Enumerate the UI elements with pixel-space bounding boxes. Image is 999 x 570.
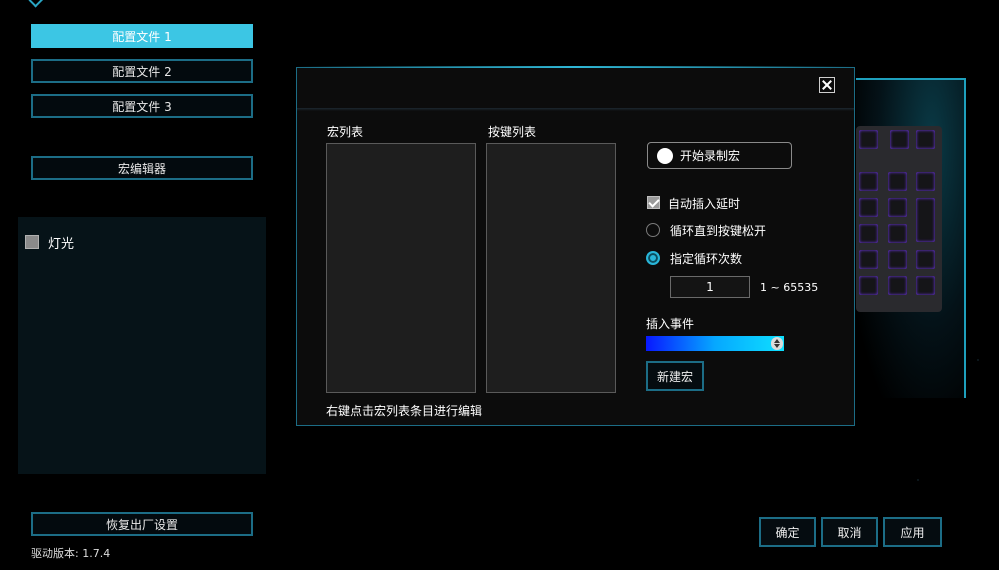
auto-insert-delay-checkbox[interactable] xyxy=(647,196,660,209)
macro-editor-label: 宏编辑器 xyxy=(117,161,166,176)
light-panel xyxy=(18,217,266,474)
insert-event-select[interactable] xyxy=(646,336,784,351)
light-checkbox[interactable] xyxy=(25,235,39,249)
loop-until-release-radio[interactable] xyxy=(646,223,660,237)
cancel-label: 取消 xyxy=(837,525,862,540)
loop-range-text: 1 ~ 65535 xyxy=(760,281,819,294)
apply-label: 应用 xyxy=(900,525,925,540)
driver-version: 驱动版本: 1.7.4 xyxy=(31,547,111,560)
hint-text: 右键点击宏列表条目进行编辑 xyxy=(326,404,483,418)
dialog-top-glow xyxy=(296,66,855,68)
macro-editor-button[interactable]: 宏编辑器 xyxy=(31,156,253,180)
new-macro-label: 新建宏 xyxy=(656,369,693,384)
start-recording-label: 开始录制宏 xyxy=(680,149,741,163)
profile-2-button[interactable]: 配置文件 2 xyxy=(31,59,253,83)
ok-button[interactable]: 确定 xyxy=(759,517,816,547)
insert-event-label: 插入事件 xyxy=(646,317,695,331)
dialog-header-divider xyxy=(297,108,854,111)
profile-3-label: 配置文件 3 xyxy=(112,99,172,114)
cancel-button[interactable]: 取消 xyxy=(821,517,878,547)
keyboard-image xyxy=(856,126,942,312)
key-list[interactable] xyxy=(486,143,616,393)
specified-loop-count-label: 指定循环次数 xyxy=(670,252,743,266)
profile-1-label: 配置文件 1 xyxy=(112,29,172,44)
profile-1-button[interactable]: 配置文件 1 xyxy=(31,24,253,48)
profile-3-button[interactable]: 配置文件 3 xyxy=(31,94,253,118)
spin-arrows-icon[interactable] xyxy=(771,337,783,350)
macro-list-label: 宏列表 xyxy=(327,125,364,139)
profile-2-label: 配置文件 2 xyxy=(112,64,172,79)
record-icon xyxy=(657,147,673,164)
key-list-label: 按键列表 xyxy=(488,125,537,139)
auto-insert-delay-label: 自动插入延时 xyxy=(668,197,741,211)
top-chevron-icon xyxy=(28,0,46,8)
macro-list[interactable] xyxy=(326,143,476,393)
specified-loop-count-radio[interactable] xyxy=(646,251,660,265)
factory-reset-label: 恢复出厂设置 xyxy=(105,517,178,532)
close-icon[interactable] xyxy=(819,77,835,93)
loop-until-release-label: 循环直到按键松开 xyxy=(670,224,767,238)
apply-button[interactable]: 应用 xyxy=(883,517,942,547)
new-macro-button[interactable]: 新建宏 xyxy=(646,361,704,391)
loop-count-input[interactable]: 1 xyxy=(670,276,750,298)
light-label: 灯光 xyxy=(48,237,75,252)
ok-label: 确定 xyxy=(775,525,800,540)
factory-reset-button[interactable]: 恢复出厂设置 xyxy=(31,512,253,536)
start-recording-button[interactable]: 开始录制宏 xyxy=(647,142,792,169)
